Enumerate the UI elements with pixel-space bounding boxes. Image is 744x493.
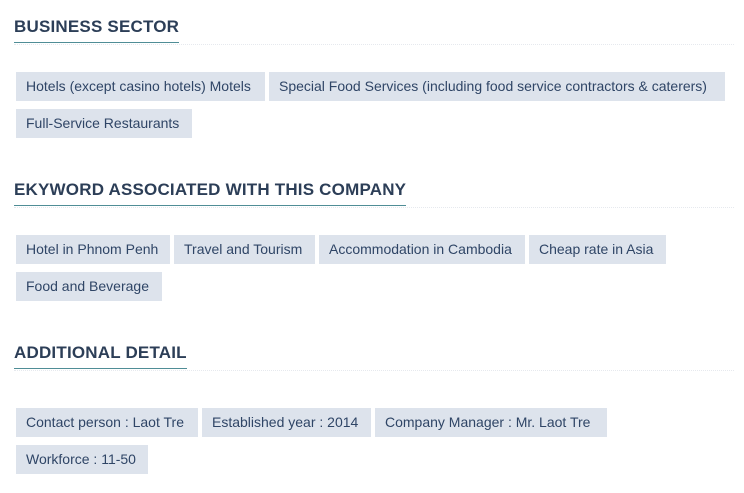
business-sector-header: BUSINESS SECTOR <box>14 17 734 45</box>
business-sector-tag[interactable]: Full-Service Restaurants <box>16 109 192 138</box>
keywords-header: EKYWORD ASSOCIATED WITH THIS COMPANY <box>14 180 734 208</box>
keyword-tag[interactable]: Hotel in Phnom Penh <box>16 235 170 264</box>
detail-tag-company-manager[interactable]: Company Manager : Mr. Laot Tre <box>375 408 607 437</box>
keyword-tag[interactable]: Travel and Tourism <box>174 235 315 264</box>
keywords-title: EKYWORD ASSOCIATED WITH THIS COMPANY <box>14 180 407 206</box>
detail-tag-workforce[interactable]: Workforce : 11-50 <box>16 445 148 474</box>
additional-detail-title: ADDITIONAL DETAIL <box>14 343 187 369</box>
keywords-section: EKYWORD ASSOCIATED WITH THIS COMPANY <box>14 180 734 208</box>
keyword-tag[interactable]: Cheap rate in Asia <box>529 235 666 264</box>
business-sector-tag[interactable]: Hotels (except casino hotels) Motels <box>16 72 265 101</box>
detail-tag-established-year[interactable]: Established year : 2014 <box>202 408 371 437</box>
business-sector-section: BUSINESS SECTOR <box>14 17 734 45</box>
keyword-tag[interactable]: Accommodation in Cambodia <box>319 235 525 264</box>
additional-detail-header: ADDITIONAL DETAIL <box>14 343 734 371</box>
keyword-tag[interactable]: Food and Beverage <box>16 272 162 301</box>
business-sector-tag[interactable]: Special Food Services (including food se… <box>269 72 725 101</box>
additional-detail-section: ADDITIONAL DETAIL <box>14 343 734 371</box>
business-sector-title: BUSINESS SECTOR <box>14 17 180 43</box>
detail-tag-contact-person[interactable]: Contact person : Laot Tre <box>16 408 198 437</box>
